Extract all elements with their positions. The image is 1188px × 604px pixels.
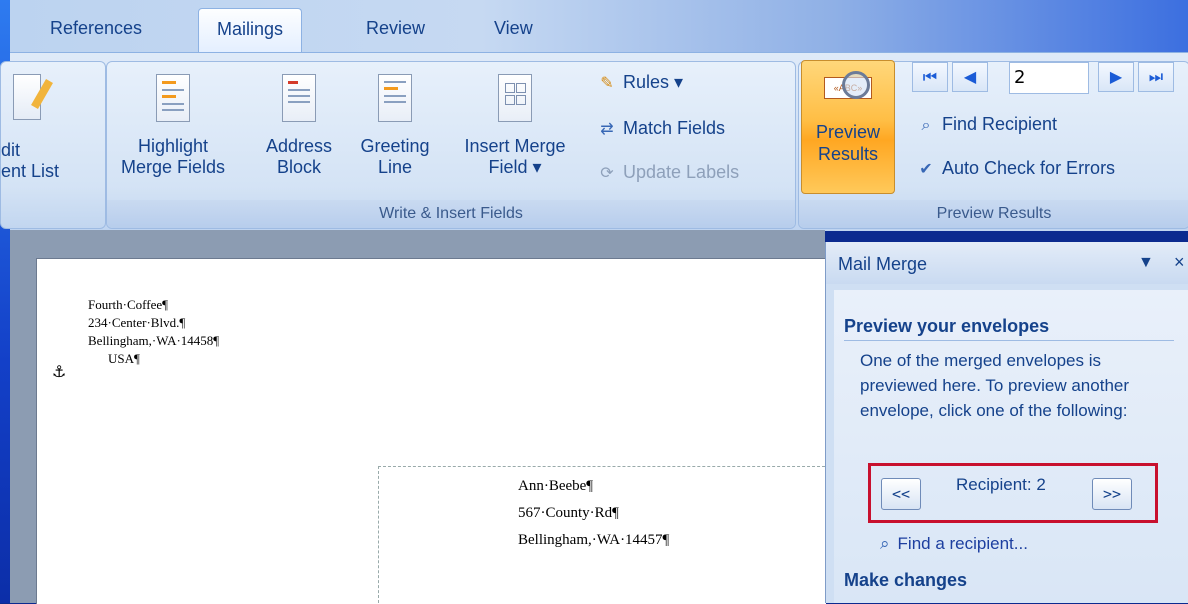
insert-merge-field-icon <box>498 74 532 122</box>
next-record-icon: ▶ <box>1109 67 1123 86</box>
find-recipient-icon: ⌕ <box>921 117 931 134</box>
preview-results-button[interactable]: «ABC» Preview Results <box>801 60 895 194</box>
sender-line: Bellingham,·WA·14458¶ <box>88 333 220 348</box>
rules-icon: ✎ <box>600 75 614 92</box>
tab-mailings[interactable]: Mailings <box>198 8 303 52</box>
update-labels-label: Update Labels <box>623 162 740 182</box>
sender-address: Fourth·Coffee¶ 234·Center·Blvd.¶ Belling… <box>88 296 219 368</box>
greeting-label-1: Greeting <box>360 136 430 156</box>
pane-header: Mail Merge ▼ × <box>826 242 1188 284</box>
previous-record-icon: ◀ <box>963 67 977 86</box>
insert-merge-label-2: Field ▾ <box>488 157 542 177</box>
next-record-button[interactable]: ▶ <box>1098 62 1134 92</box>
write-insert-group-label: Write & Insert Fields <box>107 200 795 228</box>
last-record-button[interactable]: ⏭ <box>1138 62 1174 92</box>
highlight-label-1: Highlight <box>137 136 209 156</box>
ribbon-tab-bar: References Mailings Review View <box>10 0 1188 52</box>
address-label-2: Block <box>276 157 321 177</box>
record-number-input[interactable]: 2 <box>1009 62 1089 94</box>
find-recipient-link-icon: ⌕ <box>880 534 890 553</box>
highlight-fields-icon <box>156 74 190 122</box>
preview-results-group-label: Preview Results <box>799 200 1188 228</box>
tab-review[interactable]: Review <box>366 18 425 39</box>
auto-check-label: Auto Check for Errors <box>942 158 1116 178</box>
greeting-line-button[interactable]: Greeting Line <box>347 74 443 178</box>
match-fields-icon: ⇄ <box>600 121 614 138</box>
preview-label-2: Results <box>817 144 879 164</box>
sender-line: Fourth·Coffee¶ <box>88 297 169 312</box>
preview-envelopes-heading: Preview your envelopes <box>844 316 1174 341</box>
tab-references[interactable]: References <box>50 18 142 39</box>
anchor-icon: ⚓ <box>52 362 67 381</box>
rules-label: Rules ▾ <box>623 72 684 92</box>
recipient-counter: Recipient: 2 <box>956 475 1046 494</box>
previous-record-button[interactable]: ◀ <box>952 62 988 92</box>
address-block-icon <box>282 74 316 122</box>
find-recipient-link-label: Find a recipient... <box>897 534 1028 553</box>
next-recipient-button[interactable]: >> <box>1092 478 1132 510</box>
recipient-line: Ann·Beebe¶ <box>518 478 594 494</box>
preview-results-icon: «ABC» <box>824 71 872 111</box>
auto-check-errors-button[interactable]: ✔ Auto Check for Errors <box>916 158 1115 179</box>
previous-recipient-button[interactable]: << <box>881 478 921 510</box>
sender-line: 234·Center·Blvd.¶ <box>88 315 186 330</box>
edit-list-label-1: dit <box>1 140 21 160</box>
group-start-mail-merge: dit ent List <box>0 61 106 229</box>
find-recipient-label: Find Recipient <box>942 114 1058 134</box>
last-record-icon: ⏭ <box>1148 67 1164 86</box>
find-recipient-button[interactable]: ⌕ Find Recipient <box>916 114 1058 135</box>
recipient-line: Bellingham,·WA·14457¶ <box>518 532 670 548</box>
edit-recipient-list-button[interactable]: dit ent List <box>1 74 97 182</box>
pane-body: Preview your envelopes One of the merged… <box>834 290 1188 603</box>
insert-merge-field-button[interactable]: Insert Merge Field ▾ <box>445 74 585 178</box>
match-fields-button[interactable]: ⇄ Match Fields <box>597 118 725 139</box>
auto-check-icon: ✔ <box>919 161 933 178</box>
rules-button[interactable]: ✎ Rules ▾ <box>597 72 683 93</box>
highlight-merge-fields-button[interactable]: Highlight Merge Fields <box>115 74 231 178</box>
address-label-1: Address <box>265 136 333 156</box>
pane-options-dropdown-icon[interactable]: ▼ <box>1138 254 1154 272</box>
update-labels-button[interactable]: ⟳ Update Labels <box>597 162 739 183</box>
first-record-icon: ⏮ <box>922 67 938 86</box>
tab-view[interactable]: View <box>494 18 533 39</box>
recipient-address: Ann·Beebe¶ 567·County·Rd¶ Bellingham,·WA… <box>518 473 669 554</box>
group-write-insert-fields: Highlight Merge Fields Address Block Gre… <box>106 61 796 229</box>
pane-close-icon[interactable]: × <box>1174 252 1185 273</box>
pane-description: One of the merged envelopes is previewed… <box>860 351 1130 420</box>
address-block-button[interactable]: Address Block <box>251 74 347 178</box>
edit-list-icon <box>13 74 53 120</box>
edit-list-label-2: ent List <box>1 161 60 181</box>
match-fields-label: Match Fields <box>623 118 726 138</box>
pane-title: Mail Merge <box>838 254 928 274</box>
find-recipient-link[interactable]: ⌕ Find a recipient... <box>880 534 1028 554</box>
sender-line: USA¶ <box>108 351 140 366</box>
preview-label-1: Preview <box>815 122 881 142</box>
insert-merge-label-1: Insert Merge <box>464 136 566 156</box>
update-labels-icon: ⟳ <box>600 165 614 182</box>
recipient-line: 567·County·Rd¶ <box>518 505 619 521</box>
greeting-label-2: Line <box>377 157 413 177</box>
make-changes-heading: Make changes <box>844 570 968 590</box>
highlight-label-2: Merge Fields <box>120 157 226 177</box>
first-record-button[interactable]: ⏮ <box>912 62 948 92</box>
greeting-line-icon <box>378 74 412 122</box>
